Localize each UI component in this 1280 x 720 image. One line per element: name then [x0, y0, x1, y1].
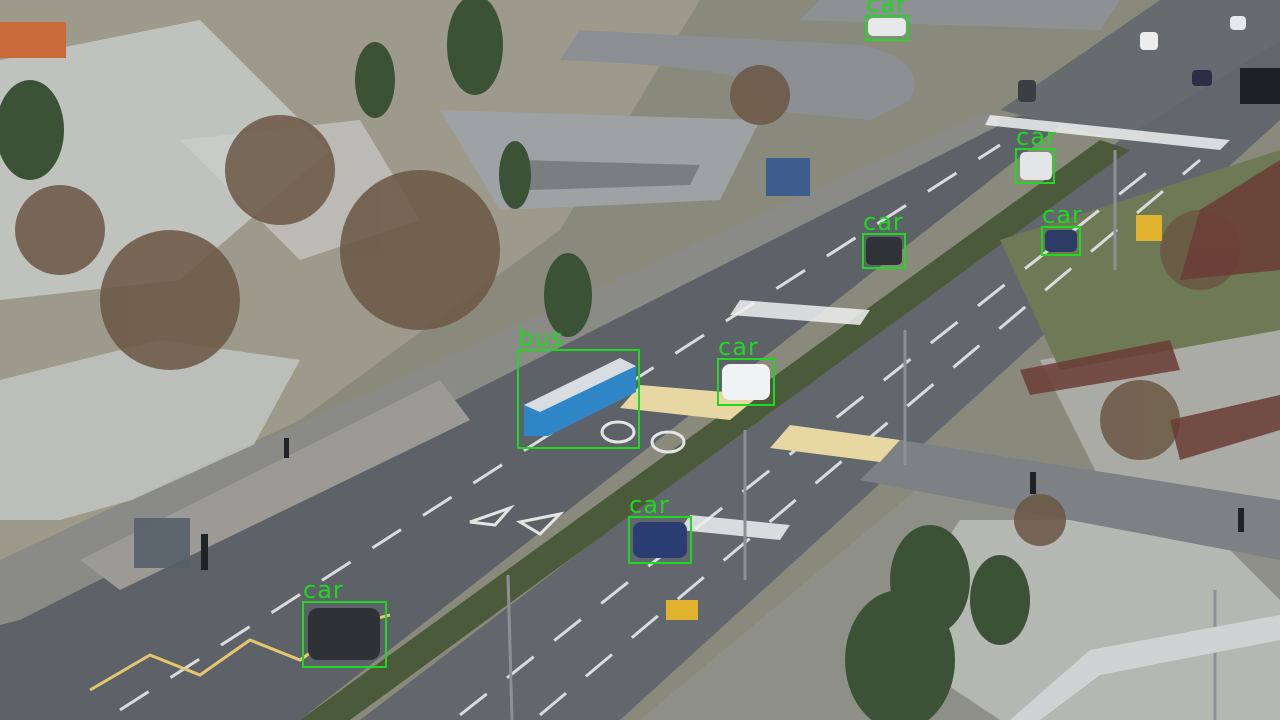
- detection-box-car: car: [628, 493, 692, 564]
- detection-label: car: [1042, 201, 1083, 229]
- detection-label: bus: [518, 324, 564, 352]
- scene-illustration: [0, 0, 1280, 720]
- detection-box-car: car: [302, 578, 387, 668]
- detection-box-car: car: [1041, 203, 1082, 256]
- detection-box-car: car: [865, 0, 909, 41]
- detection-box-car: car: [717, 335, 775, 406]
- detection-label: car: [1016, 123, 1057, 151]
- detection-label: car: [866, 0, 907, 18]
- detection-label: car: [718, 333, 759, 361]
- detection-box-bus: bus: [517, 326, 640, 449]
- detection-label: car: [629, 491, 670, 519]
- aerial-road-scene: car car car car bus car car car: [0, 0, 1280, 720]
- detection-box-car: car: [862, 210, 906, 269]
- detection-label: car: [863, 208, 904, 236]
- detection-box-car: car: [1015, 125, 1056, 184]
- detection-label: car: [303, 576, 344, 604]
